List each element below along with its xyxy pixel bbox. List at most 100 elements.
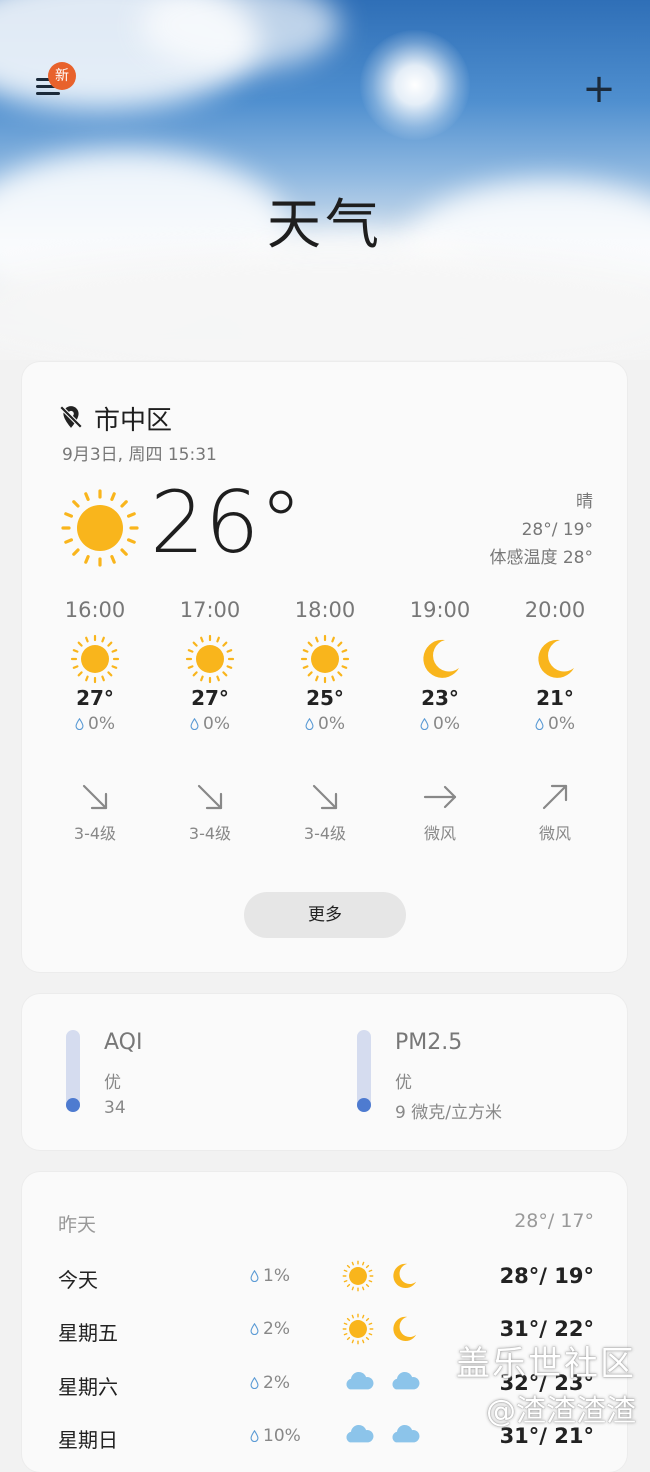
precipitation-chance: 1% bbox=[250, 1266, 290, 1286]
aqi-title: AQI bbox=[104, 1030, 143, 1055]
sun-icon bbox=[45, 632, 145, 686]
arrow-right-icon bbox=[390, 774, 490, 820]
arrow-down-right-icon bbox=[275, 774, 375, 820]
wind-level: 3-4级 bbox=[188, 824, 232, 843]
page-title: 天气 bbox=[267, 193, 383, 256]
hour-temperature: 27° bbox=[191, 686, 229, 710]
cloud-icon bbox=[342, 1420, 376, 1452]
day-name: 星期六 bbox=[58, 1374, 118, 1399]
precipitation-chance: 0% bbox=[45, 714, 145, 774]
condition-summary: 晴 28°/ 19° 体感温度 28° bbox=[489, 488, 593, 572]
condition-text: 晴 bbox=[576, 492, 593, 512]
moon-icon bbox=[388, 1313, 420, 1349]
day-night-icons bbox=[342, 1367, 432, 1401]
hourly-item: 20:00 21° 0% 微风 bbox=[505, 598, 605, 844]
precipitation-chance: 0% bbox=[390, 714, 490, 774]
day-night-icons bbox=[342, 1260, 432, 1294]
arrow-down-right-icon bbox=[45, 774, 145, 820]
current-weather-card[interactable]: 市中区 9月3日, 周四 15:31 26° 晴 28°/ 19° 体感温度 2… bbox=[22, 362, 627, 972]
day-night-icons bbox=[342, 1313, 432, 1347]
arrow-down-right-icon bbox=[160, 774, 260, 820]
wind-level: 3-4级 bbox=[73, 824, 117, 843]
sun-icon bbox=[342, 1260, 374, 1296]
current-datetime: 9月3日, 周四 15:31 bbox=[62, 445, 217, 465]
raindrop-icon bbox=[250, 1373, 263, 1393]
raindrop-icon bbox=[305, 714, 318, 734]
raindrop-icon bbox=[250, 1266, 263, 1286]
hour-time: 20:00 bbox=[524, 598, 586, 622]
air-quality-card[interactable]: AQI 优 34 PM2.5 优 9 微克/立方米 bbox=[22, 994, 627, 1150]
moon-icon bbox=[505, 632, 605, 686]
precipitation-chance: 2% bbox=[250, 1319, 290, 1339]
sun-icon bbox=[160, 632, 260, 686]
sun-icon bbox=[342, 1313, 374, 1349]
hour-time: 16:00 bbox=[64, 598, 126, 622]
hour-time: 19:00 bbox=[409, 598, 471, 622]
raindrop-icon bbox=[250, 1426, 263, 1446]
new-badge: 新 bbox=[48, 62, 76, 90]
sun-icon bbox=[275, 632, 375, 686]
arrow-up-right-icon bbox=[505, 774, 605, 820]
pm25-value: 9 微克/立方米 bbox=[395, 1103, 502, 1123]
hourly-item: 19:00 23° 0% 微风 bbox=[390, 598, 490, 844]
hourly-item: 16:00 27° 0% 3-4级 bbox=[45, 598, 145, 844]
daily-forecast-row[interactable]: 今天 1% 28°/ 19° bbox=[58, 1258, 594, 1298]
hour-temperature: 25° bbox=[306, 686, 344, 710]
cloud-icon bbox=[342, 1367, 376, 1399]
more-button[interactable]: 更多 bbox=[244, 892, 406, 938]
raindrop-icon bbox=[75, 714, 88, 734]
raindrop-icon bbox=[420, 714, 433, 734]
precipitation-chance: 0% bbox=[160, 714, 260, 774]
sun-icon bbox=[61, 489, 139, 567]
hour-time: 18:00 bbox=[294, 598, 356, 622]
hourly-item: 17:00 27° 0% 3-4级 bbox=[160, 598, 260, 844]
daily-forecast-row[interactable]: 昨天 28°/ 17° bbox=[58, 1204, 594, 1244]
precipitation-chance: 2% bbox=[250, 1373, 290, 1393]
raindrop-icon bbox=[535, 714, 548, 734]
precipitation-chance: 0% bbox=[505, 714, 605, 774]
day-high-low: 28°/ 17° bbox=[514, 1210, 594, 1232]
pm25-title: PM2.5 bbox=[395, 1030, 463, 1055]
cloud-decoration bbox=[0, 250, 650, 360]
moon-icon bbox=[390, 632, 490, 686]
raindrop-icon bbox=[250, 1319, 263, 1339]
current-temperature: 26° bbox=[150, 473, 303, 573]
hour-temperature: 21° bbox=[536, 686, 574, 710]
day-name: 今天 bbox=[58, 1267, 98, 1292]
day-night-icons bbox=[342, 1420, 432, 1454]
feels-like-temp: 体感温度 28° bbox=[489, 548, 593, 568]
hour-time: 17:00 bbox=[179, 598, 241, 622]
location-name: 市中区 bbox=[94, 406, 173, 436]
aqi-level: 优 bbox=[104, 1073, 121, 1093]
precipitation-chance: 10% bbox=[250, 1426, 301, 1446]
cloud-icon bbox=[388, 1367, 422, 1399]
day-name: 昨天 bbox=[58, 1214, 97, 1236]
cloud-icon bbox=[388, 1420, 422, 1452]
day-name: 星期日 bbox=[58, 1428, 118, 1452]
high-low-temp: 28°/ 19° bbox=[521, 520, 593, 540]
wind-level: 3-4级 bbox=[303, 824, 347, 843]
pm25-level-dot bbox=[357, 1098, 371, 1112]
precipitation-chance: 0% bbox=[275, 714, 375, 774]
hour-temperature: 27° bbox=[76, 686, 114, 710]
watermark-text: 盖乐世社区 bbox=[456, 1344, 636, 1384]
plus-icon[interactable]: + bbox=[582, 69, 616, 109]
moon-icon bbox=[388, 1260, 420, 1296]
day-name: 星期五 bbox=[58, 1321, 118, 1345]
aqi-level-bar bbox=[66, 1030, 80, 1112]
pm25-level-bar bbox=[357, 1030, 371, 1112]
pm25-level: 优 bbox=[395, 1073, 412, 1093]
watermark-text: @渣渣渣渣 bbox=[486, 1394, 636, 1429]
hourly-item: 18:00 25° 0% 3-4级 bbox=[275, 598, 375, 844]
hour-temperature: 23° bbox=[421, 686, 459, 710]
location-off-icon bbox=[59, 405, 83, 429]
wind-level: 微风 bbox=[423, 824, 456, 843]
aqi-level-dot bbox=[66, 1098, 80, 1112]
wind-level: 微风 bbox=[538, 824, 571, 843]
aqi-value: 34 bbox=[104, 1098, 126, 1118]
day-high-low: 28°/ 19° bbox=[499, 1263, 594, 1288]
header-sky-banner: 新 + 天气 bbox=[0, 0, 650, 360]
sun-glow-decoration bbox=[360, 30, 470, 140]
raindrop-icon bbox=[190, 714, 203, 734]
hourly-forecast[interactable]: 16:00 27° 0% 3-4级 17:00 27° 0% 3-4级 18:00 25° 0% 3-… bbox=[37, 598, 612, 868]
